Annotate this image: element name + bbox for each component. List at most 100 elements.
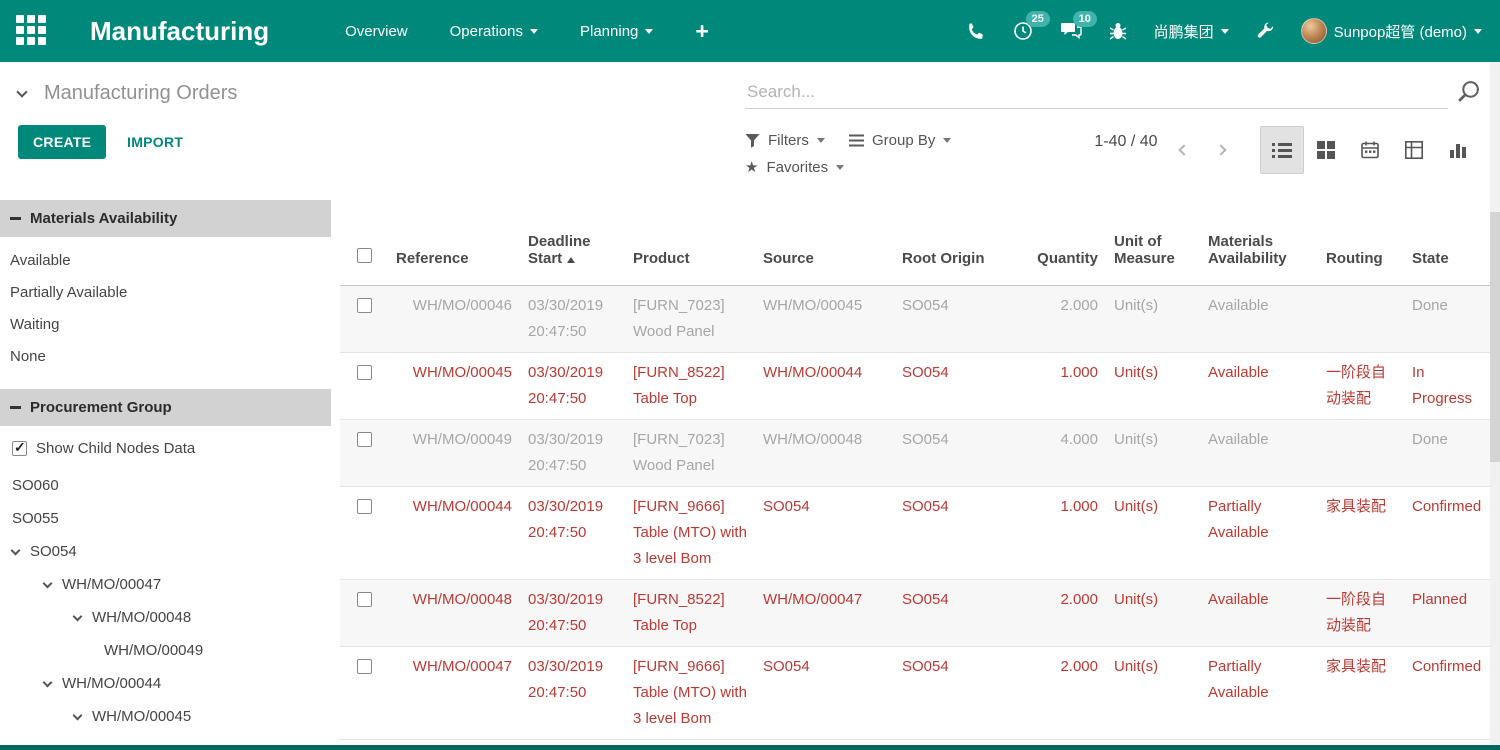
collapse-icon xyxy=(10,217,21,220)
list-icon xyxy=(1272,142,1292,159)
materials-availability-list: Available Partially Available Waiting No… xyxy=(0,245,331,373)
chevron-down-icon[interactable] xyxy=(11,546,21,556)
messages-icon[interactable]: 10 xyxy=(1060,21,1082,41)
row-checkbox[interactable] xyxy=(357,499,372,514)
favorites-button[interactable]: ★ Favorites xyxy=(745,159,844,176)
tree-item[interactable]: WH/MO/00045 xyxy=(0,700,331,733)
kanban-icon xyxy=(1317,141,1335,159)
table-row[interactable]: WH/MO/00049 03/30/2019 20:47:50 [FURN_70… xyxy=(340,419,1490,486)
col-root-origin[interactable]: Root Origin xyxy=(894,190,1024,285)
col-unit-of-measure[interactable]: Unit of Measure xyxy=(1106,190,1200,285)
chevron-down-icon[interactable] xyxy=(73,612,83,622)
filter-waiting[interactable]: Waiting xyxy=(0,309,331,341)
row-checkbox[interactable] xyxy=(357,659,372,674)
chevron-down-icon xyxy=(645,29,653,34)
tools-wrench-icon[interactable] xyxy=(1256,22,1274,40)
chevron-down-icon xyxy=(1221,29,1229,34)
col-deadline-start[interactable]: Deadline Start xyxy=(520,190,625,285)
select-all-cell xyxy=(340,190,388,285)
main-menu: Overview Operations Planning + xyxy=(345,20,709,43)
filter-available[interactable]: Available xyxy=(0,245,331,277)
show-child-nodes-option[interactable]: Show Child Nodes Data xyxy=(0,440,331,457)
bottom-edge-bar xyxy=(0,745,1500,750)
table-header-row: Reference Deadline Start Product Source … xyxy=(340,190,1490,285)
col-source[interactable]: Source xyxy=(755,190,894,285)
row-checkbox[interactable] xyxy=(357,592,372,607)
tree-item[interactable]: WH/MO/00047 xyxy=(0,568,331,601)
col-state[interactable]: State xyxy=(1404,190,1490,285)
app-title: Manufacturing xyxy=(90,16,269,47)
list-view-button[interactable] xyxy=(1260,126,1304,174)
table-row[interactable]: WH/MO/00048 03/30/2019 20:47:50 [FURN_85… xyxy=(340,579,1490,646)
chevron-down-icon xyxy=(1474,29,1482,34)
row-checkbox[interactable] xyxy=(357,365,372,380)
col-routing[interactable]: Routing xyxy=(1318,190,1404,285)
pager-previous-button[interactable] xyxy=(1180,142,1188,157)
chevron-down-icon[interactable] xyxy=(73,711,83,721)
kanban-view-button[interactable] xyxy=(1304,126,1348,174)
tree-item[interactable]: SO054 xyxy=(0,535,331,568)
filter-partially-available[interactable]: Partially Available xyxy=(0,277,331,309)
menu-plus-button[interactable]: + xyxy=(695,20,708,43)
table-row[interactable]: WH/MO/00044 03/30/2019 20:47:50 [FURN_96… xyxy=(340,486,1490,579)
row-checkbox[interactable] xyxy=(357,432,372,447)
search-icon[interactable] xyxy=(1456,79,1481,109)
sort-ascending-icon xyxy=(567,257,575,263)
table-row[interactable]: WH/MO/00047 03/30/2019 20:47:50 [FURN_96… xyxy=(340,646,1490,739)
calendar-view-button[interactable] xyxy=(1348,126,1392,174)
apps-menu-icon[interactable] xyxy=(16,15,48,47)
menu-operations[interactable]: Operations xyxy=(450,23,538,40)
table-row[interactable]: WH/MO/00046 03/30/2019 20:47:50 [FURN_70… xyxy=(340,285,1490,352)
filter-none[interactable]: None xyxy=(0,341,331,373)
pivot-view-button[interactable] xyxy=(1392,126,1436,174)
view-switcher xyxy=(1260,126,1480,174)
table-row[interactable]: WH/MO/00045 03/30/2019 20:47:50 [FURN_85… xyxy=(340,352,1490,419)
chevron-down-icon xyxy=(530,29,538,34)
select-all-checkbox[interactable] xyxy=(357,248,372,263)
row-checkbox[interactable] xyxy=(357,298,372,313)
scrollbar-thumb[interactable] xyxy=(1490,212,1500,462)
tree-item[interactable]: WH/MO/00044 xyxy=(0,667,331,700)
create-button[interactable]: CREATE xyxy=(18,125,106,159)
pager-next-button[interactable] xyxy=(1217,142,1225,157)
col-materials-availability[interactable]: Materials Availability xyxy=(1200,190,1318,285)
systray: 25 10 尚鹏集团 Sunpop超管 (demo) xyxy=(967,18,1482,44)
funnel-icon xyxy=(745,133,760,148)
col-product[interactable]: Product xyxy=(625,190,755,285)
tree-item[interactable]: WH/MO/00049 xyxy=(0,634,331,667)
procurement-group-header[interactable]: Procurement Group xyxy=(0,389,331,426)
chevron-down-icon xyxy=(817,138,825,143)
chevron-down-icon[interactable] xyxy=(16,86,27,97)
debug-bug-icon[interactable] xyxy=(1109,21,1127,41)
breadcrumb: Manufacturing Orders xyxy=(18,82,237,105)
col-quantity[interactable]: Quantity xyxy=(1024,190,1106,285)
tree-item[interactable]: SO055 xyxy=(0,502,331,535)
menu-planning[interactable]: Planning xyxy=(580,23,653,40)
filters-button[interactable]: Filters xyxy=(745,132,825,149)
col-reference[interactable]: Reference xyxy=(388,190,520,285)
star-icon: ★ xyxy=(745,160,758,175)
activities-clock-icon[interactable]: 25 xyxy=(1013,21,1033,41)
chevron-down-icon[interactable] xyxy=(43,579,53,589)
page-title: Manufacturing Orders xyxy=(44,82,237,105)
show-child-nodes-checkbox[interactable] xyxy=(12,441,27,456)
phone-icon[interactable] xyxy=(967,22,986,41)
user-menu[interactable]: Sunpop超管 (demo) xyxy=(1301,18,1482,44)
manufacturing-orders-table: Reference Deadline Start Product Source … xyxy=(340,190,1490,740)
import-button[interactable]: IMPORT xyxy=(127,134,183,150)
tree-item[interactable]: SO060 xyxy=(0,469,331,502)
graph-view-button[interactable] xyxy=(1436,126,1480,174)
calendar-icon xyxy=(1361,141,1379,159)
user-avatar xyxy=(1301,18,1327,44)
company-menu[interactable]: 尚鹏集团 xyxy=(1154,21,1229,42)
vertical-scrollbar[interactable] xyxy=(1490,62,1500,750)
tree-item[interactable]: WH/MO/00048 xyxy=(0,601,331,634)
search-bar xyxy=(745,78,1481,109)
group-by-button[interactable]: Group By xyxy=(849,132,951,149)
materials-availability-header[interactable]: Materials Availability xyxy=(0,200,331,237)
search-input[interactable] xyxy=(745,78,1448,109)
pivot-icon xyxy=(1405,141,1423,159)
menu-overview[interactable]: Overview xyxy=(345,23,408,40)
search-panel-sidebar: Materials Availability Available Partial… xyxy=(0,200,331,745)
chevron-down-icon[interactable] xyxy=(43,678,53,688)
